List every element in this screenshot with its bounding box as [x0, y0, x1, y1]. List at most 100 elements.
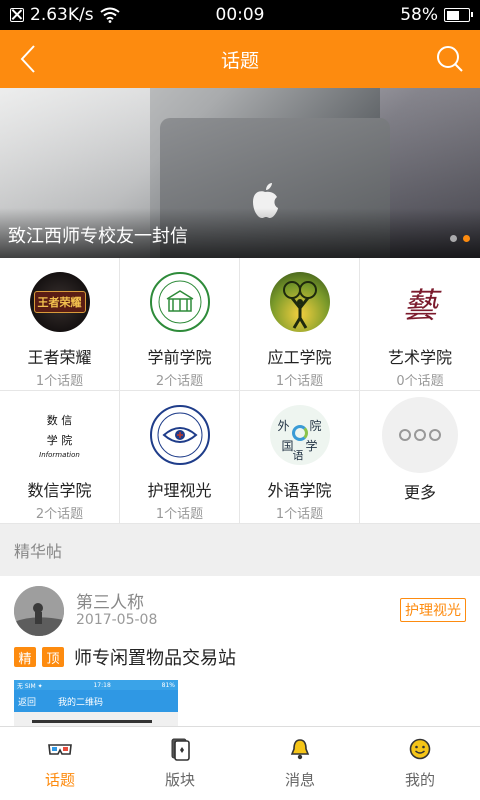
tab-messages[interactable]: 消息 — [240, 727, 360, 800]
eye-emblem — [157, 412, 202, 458]
category-waiyu[interactable]: 外 院 国 学 语 外语学院 1个话题 — [240, 391, 360, 524]
xueqian-emblem — [158, 280, 201, 324]
thumb-status-time: 17:18 — [93, 681, 111, 689]
waiyu-logo-char: 语 — [292, 449, 304, 462]
smiley-icon — [409, 738, 431, 760]
post-date: 2017-05-08 — [76, 612, 158, 628]
category-name: 应工学院 — [267, 348, 332, 367]
tab-mine[interactable]: 我的 — [360, 727, 480, 800]
no-sim-icon — [10, 8, 24, 22]
status-time: 00:09 — [215, 5, 265, 25]
xueqian-logo-icon — [149, 272, 210, 332]
yinggong-logo-icon — [269, 272, 330, 332]
post-title-line: 精 顶 师专闲置物品交易站 — [14, 644, 236, 670]
category-count: 1个话题 — [275, 374, 324, 389]
back-button[interactable] — [12, 42, 48, 76]
cyclist-silhouette — [282, 281, 317, 329]
tab-label: 消息 — [284, 771, 315, 789]
thumb-status-left: 无 SIM ✦ — [17, 682, 43, 690]
category-wangzhe[interactable]: 王者荣耀 王者荣耀 1个话题 — [0, 258, 120, 391]
shuxin-logo-line3: Information — [39, 450, 80, 459]
thumb-status-right: 81% — [161, 681, 175, 689]
glasses-icon — [48, 744, 72, 755]
category-more[interactable]: 更多 — [360, 391, 480, 524]
yishu-logo-text: 藝 — [403, 285, 437, 326]
waiyu-emblem-swirl — [291, 425, 308, 441]
featured-section-title: 精华帖 — [0, 524, 480, 576]
carousel-dot — [450, 235, 457, 242]
battery-fill — [446, 10, 459, 20]
waiyu-logo-char: 外 — [277, 419, 290, 433]
thumb-status-bar: 无 SIM ✦ 17:18 81% — [14, 680, 178, 690]
category-count: 1个话题 — [155, 507, 204, 522]
post-author[interactable]: 第三人称 — [76, 588, 144, 613]
category-name: 学前学院 — [147, 348, 212, 367]
category-name: 更多 — [403, 483, 436, 502]
category-name: 艺术学院 — [387, 348, 452, 367]
category-name: 护理视光 — [147, 481, 212, 500]
essence-badge: 精 — [14, 647, 36, 667]
wangzhe-logo-icon: 王者荣耀 — [29, 272, 90, 332]
carousel-dot-active — [463, 235, 470, 242]
category-count: 1个话题 — [275, 507, 324, 522]
status-left: 2.63K/s — [10, 5, 190, 25]
battery-icon — [444, 8, 473, 22]
waiyu-logo-icon: 外 院 国 学 语 — [269, 405, 330, 465]
page-title: 话题 — [220, 49, 259, 72]
avatar-image — [14, 586, 64, 636]
three-dots — [399, 429, 441, 441]
category-huli[interactable]: 护理视光 1个话题 — [120, 391, 240, 524]
category-count: 2个话题 — [35, 507, 84, 522]
tab-boards[interactable]: 版块 — [120, 727, 240, 800]
post-title[interactable]: 师专闲置物品交易站 — [74, 644, 236, 670]
pinned-badge: 顶 — [42, 647, 64, 667]
avatar[interactable] — [14, 586, 64, 636]
tab-label: 话题 — [44, 771, 75, 789]
waiyu-logo-char: 院 — [309, 419, 322, 433]
banner-carousel[interactable]: 致江西师专校友一封信 — [0, 88, 480, 258]
tab-topics[interactable]: 话题 — [0, 727, 120, 800]
thumb-page-title: 我的二维码 — [58, 697, 104, 708]
thumb-body — [14, 712, 178, 726]
post-category-tag[interactable]: 护理视光 — [400, 598, 466, 622]
carousel-dots — [450, 235, 470, 242]
status-right: 58% — [290, 5, 473, 25]
category-grid: 王者荣耀 王者荣耀 1个话题 学前学院 2个话题 应工学院 1个话题 藝 艺术学… — [0, 258, 480, 524]
title-bar: 话题 — [0, 30, 480, 88]
thumb-back-label: 返回 — [18, 697, 37, 708]
category-name: 外语学院 — [267, 481, 332, 500]
cards-icon — [171, 738, 190, 761]
category-yishu[interactable]: 藝 艺术学院 0个话题 — [360, 258, 480, 391]
battery-percent: 58% — [400, 5, 438, 25]
network-speed: 2.63K/s — [30, 5, 94, 25]
category-xueqian[interactable]: 学前学院 2个话题 — [120, 258, 240, 391]
category-name: 王者荣耀 — [27, 348, 92, 367]
category-count: 2个话题 — [155, 374, 204, 389]
post-card[interactable]: 第三人称 2017-05-08 护理视光 精 顶 师专闲置物品交易站 无 SIM… — [0, 576, 480, 726]
bottom-tab-bar: 话题 版块 消息 我的 — [0, 726, 480, 800]
search-button[interactable] — [432, 42, 468, 76]
shuxin-logo-line2: 学 院 — [46, 433, 73, 447]
wangzhe-logo-text: 王者荣耀 — [33, 291, 86, 313]
waiyu-logo-char: 学 — [305, 439, 318, 453]
category-shuxin[interactable]: 数 信 学 院 Information 数信学院 2个话题 — [0, 391, 120, 524]
more-dots-icon — [382, 397, 458, 473]
tab-label: 我的 — [404, 771, 435, 789]
huli-logo-icon — [149, 405, 210, 465]
post-thumbnail[interactable]: 无 SIM ✦ 17:18 81% 返回 我的二维码 — [14, 680, 178, 726]
category-yinggong[interactable]: 应工学院 1个话题 — [240, 258, 360, 391]
tab-label: 版块 — [164, 771, 195, 789]
wifi-icon — [99, 7, 120, 23]
banner-caption: 致江西师专校友一封信 — [8, 226, 188, 247]
shuxin-logo-icon: 数 信 学 院 Information — [29, 405, 90, 465]
category-count: 1个话题 — [35, 374, 84, 389]
category-name: 数信学院 — [27, 481, 92, 500]
status-bar: 2.63K/s 00:09 58% — [0, 0, 480, 30]
thumb-title-bar: 返回 我的二维码 — [14, 690, 178, 712]
yishu-logo-icon: 藝 — [390, 272, 450, 332]
bell-icon — [290, 739, 310, 760]
category-count: 0个话题 — [396, 374, 444, 389]
search-icon — [437, 46, 463, 72]
chevron-left-icon — [20, 45, 35, 73]
shuxin-logo-line1: 数 信 — [46, 413, 73, 427]
